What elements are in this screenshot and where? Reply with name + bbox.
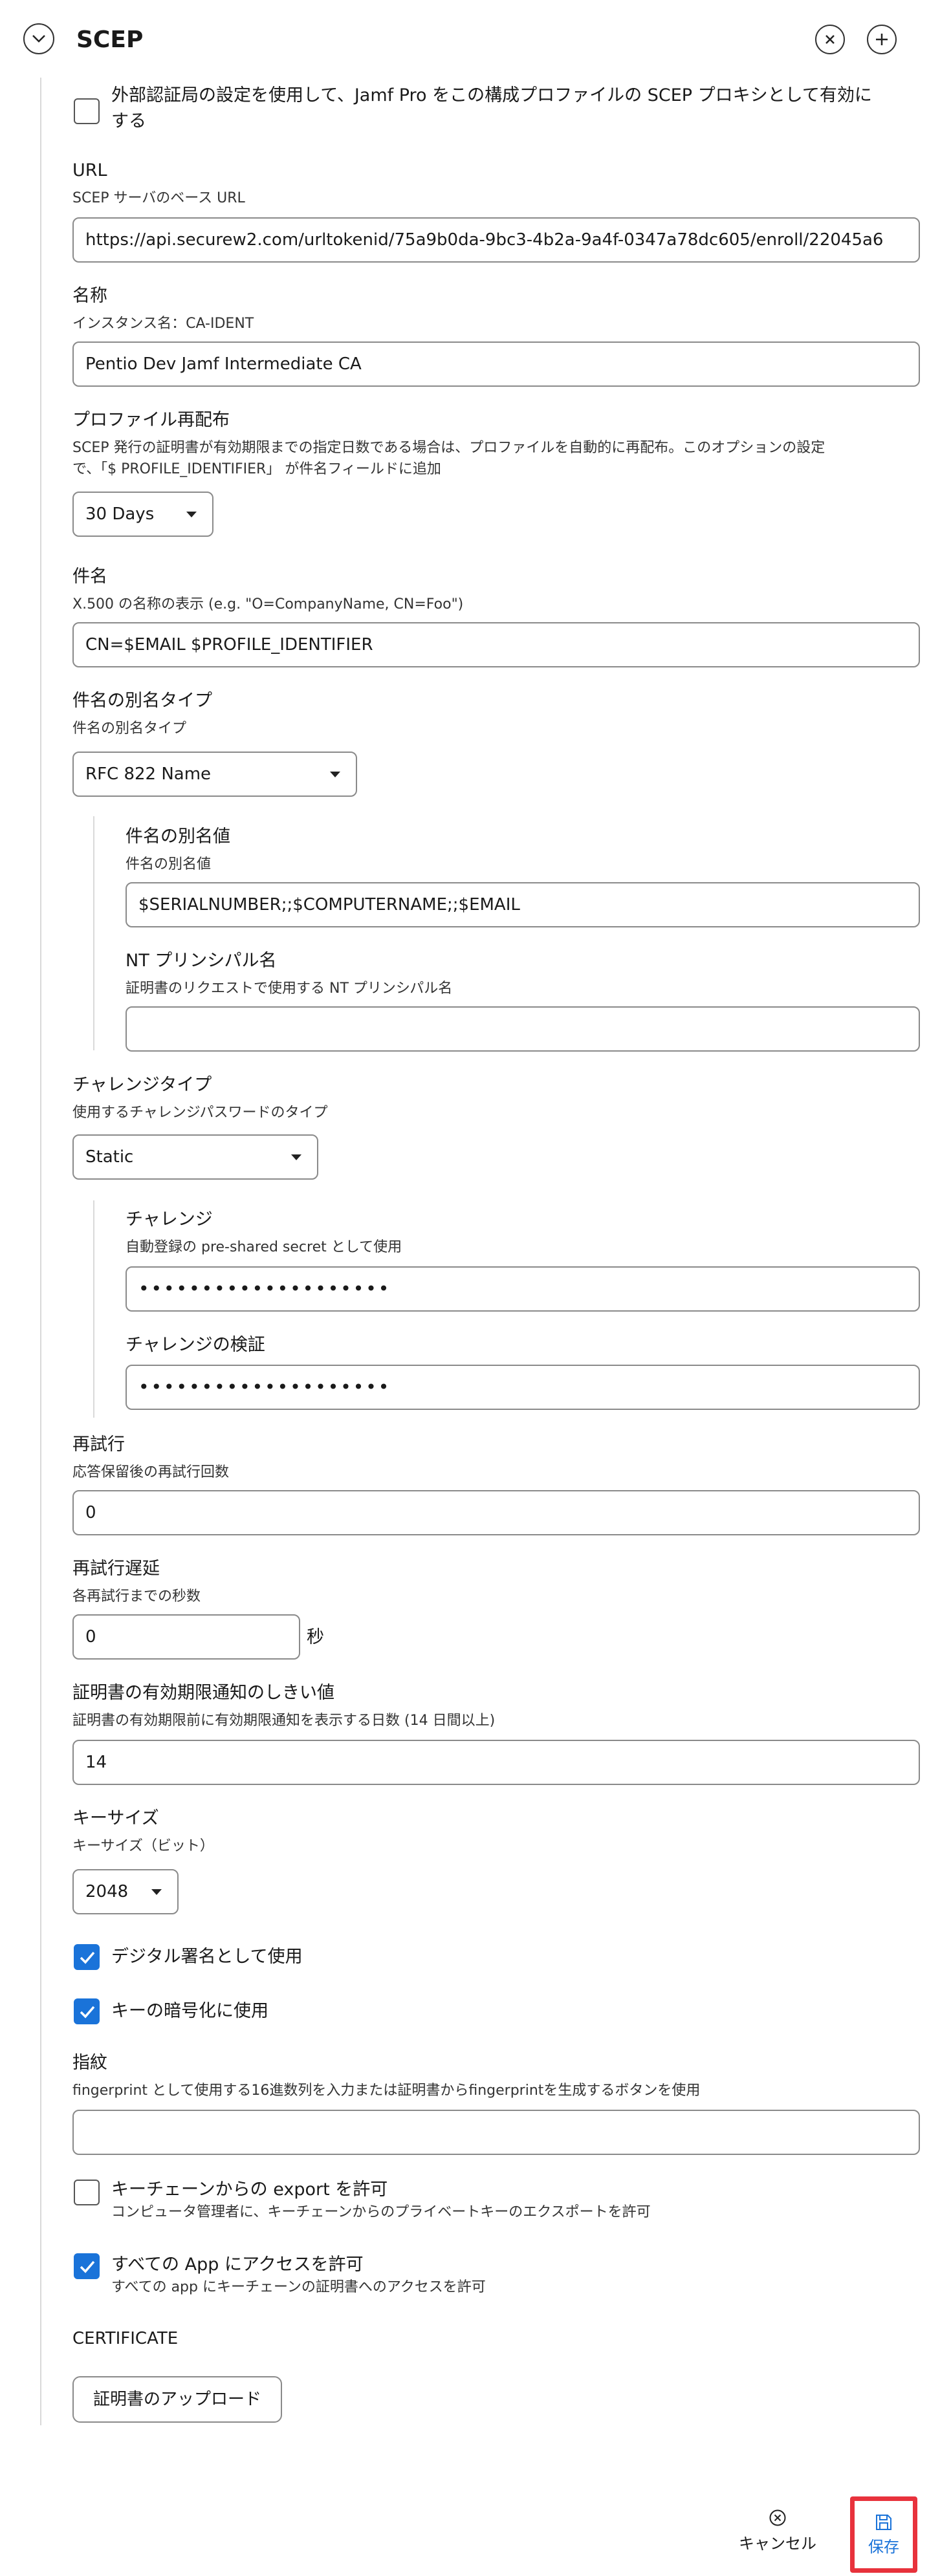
fingerprint-label: 指紋 bbox=[72, 2053, 107, 2073]
challenge-type-select[interactable]: Static bbox=[72, 1134, 318, 1180]
redistribute-description: SCEP 発行の証明書が有効期限までの指定日数である場合は、プロファイルを自動的… bbox=[72, 437, 920, 480]
digital-signature-label: デジタル署名として使用 bbox=[111, 1947, 303, 1967]
san-type-select-value: RFC 822 Name bbox=[85, 764, 212, 784]
expiry-label: 証明書の有効期限通知のしきい値 bbox=[72, 1683, 334, 1703]
retry-delay-input[interactable]: 0 bbox=[72, 1614, 300, 1660]
upload-certificate-button[interactable]: 証明書のアップロード bbox=[72, 2376, 283, 2423]
caret-down-icon bbox=[330, 772, 340, 777]
cancel-label: キャンセル bbox=[739, 2535, 816, 2553]
digital-signature-checkbox[interactable] bbox=[74, 1944, 100, 1970]
nt-principal-description: 証明書のリクエストで使用する NT プリンシパル名 bbox=[126, 980, 453, 997]
key-size-select[interactable]: 2048 bbox=[72, 1869, 179, 1914]
close-circle-icon bbox=[769, 2509, 786, 2526]
caret-down-icon bbox=[186, 512, 197, 517]
retry-delay-label: 再試行遅延 bbox=[72, 1559, 160, 1579]
san-value-description: 件名の別名値 bbox=[126, 856, 212, 872]
nested-divider bbox=[93, 816, 94, 1050]
retries-label: 再試行 bbox=[72, 1434, 125, 1455]
redistribute-description-line2: で、「$ PROFILE_IDENTIFIER」 が件名フィールドに追加 bbox=[72, 461, 441, 477]
proxy-checkbox-label-line2: する bbox=[111, 111, 146, 131]
caret-down-icon bbox=[151, 1889, 162, 1895]
remove-button[interactable] bbox=[815, 25, 845, 54]
allow-export-checkbox[interactable] bbox=[74, 2180, 100, 2205]
san-value-input[interactable]: $SERIALNUMBER;;$COMPUTERNAME;;$EMAIL bbox=[126, 882, 920, 927]
challenge-password-input[interactable]: •••••••••••••••••••• bbox=[126, 1266, 920, 1312]
allow-all-apps-description: すべての app にキーチェーンの証明書へのアクセスを許可 bbox=[111, 2279, 486, 2295]
allow-all-apps-checkbox[interactable] bbox=[74, 2253, 100, 2279]
page-title: SCEP bbox=[76, 27, 144, 53]
url-description: SCEP サーバのベース URL bbox=[72, 190, 245, 206]
redistribute-select[interactable]: 30 Days bbox=[72, 492, 213, 537]
allow-all-apps-label: すべての App にアクセスを許可 bbox=[111, 2255, 364, 2275]
subject-input[interactable]: CN=$EMAIL $PROFILE_IDENTIFIER bbox=[72, 622, 920, 667]
name-label: 名称 bbox=[72, 286, 107, 306]
key-encipherment-checkbox[interactable] bbox=[74, 1998, 100, 2024]
fingerprint-input[interactable] bbox=[72, 2110, 920, 2155]
redistribute-label: プロファイル再配布 bbox=[72, 410, 230, 430]
close-icon bbox=[825, 35, 835, 44]
nt-principal-input[interactable] bbox=[126, 1006, 920, 1052]
challenge-verify-input[interactable]: •••••••••••••••••••• bbox=[126, 1365, 920, 1410]
cancel-button[interactable]: キャンセル bbox=[739, 2508, 816, 2560]
expiry-description: 証明書の有効期限前に有効期限通知を表示する日数 (14 日間以上) bbox=[72, 1713, 496, 1729]
chevron-down-icon bbox=[32, 35, 45, 43]
url-input[interactable]: https://api.securew2.com/urltokenid/75a9… bbox=[72, 217, 920, 263]
url-label: URL bbox=[72, 160, 107, 180]
save-label: 保存 bbox=[868, 2538, 899, 2556]
key-size-description: キーサイズ（ビット） bbox=[72, 1838, 214, 1854]
challenge-type-select-value: Static bbox=[85, 1147, 134, 1167]
certificate-label: CERTIFICATE bbox=[72, 2329, 179, 2348]
redistribute-select-value: 30 Days bbox=[85, 504, 155, 524]
expiry-input[interactable]: 14 bbox=[72, 1740, 920, 1785]
subject-description: X.500 の名称の表示 (e.g. "O=CompanyName, CN=Fo… bbox=[72, 596, 464, 612]
san-type-label: 件名の別名タイプ bbox=[72, 691, 212, 711]
save-button[interactable]: 保存 bbox=[850, 2496, 917, 2573]
san-value-label: 件名の別名値 bbox=[126, 827, 230, 847]
challenge-type-description: 使用するチャレンジパスワードのタイプ bbox=[72, 1105, 328, 1121]
retry-delay-unit: 秒 bbox=[307, 1627, 324, 1647]
caret-down-icon bbox=[291, 1154, 301, 1160]
retries-description: 応答保留後の再試行回数 bbox=[72, 1464, 230, 1480]
checkmark-icon bbox=[80, 2260, 95, 2273]
name-description: インスタンス名：CA-IDENT bbox=[72, 316, 254, 332]
subject-label: 件名 bbox=[72, 567, 107, 587]
plus-icon bbox=[876, 34, 888, 45]
challenge-type-label: チャレンジタイプ bbox=[72, 1075, 212, 1095]
san-type-description: 件名の別名タイプ bbox=[72, 720, 187, 737]
challenge-verify-label: チャレンジの検証 bbox=[126, 1335, 265, 1355]
checkmark-icon bbox=[80, 2006, 95, 2019]
floppy-disk-icon bbox=[876, 2515, 891, 2530]
proxy-checkbox-label-line1: 外部認証局の設定を使用して、Jamf Pro をこの構成プロファイルの SCEP… bbox=[111, 85, 872, 105]
redistribute-description-line1: SCEP 発行の証明書が有効期限までの指定日数である場合は、プロファイルを自動的… bbox=[72, 440, 825, 456]
collapse-button[interactable] bbox=[23, 23, 54, 54]
allow-export-description: コンピュータ管理者に、キーチェーンからのプライベートキーのエクスポートを許可 bbox=[111, 2204, 651, 2220]
add-button[interactable] bbox=[867, 25, 897, 54]
retry-delay-description: 各再試行までの秒数 bbox=[72, 1588, 201, 1605]
challenge-label: チャレンジ bbox=[126, 1209, 213, 1229]
allow-export-label: キーチェーンからの export を許可 bbox=[111, 2180, 388, 2200]
fingerprint-description: fingerprint として使用する16進数列を入力または証明書からfinge… bbox=[72, 2083, 701, 2099]
checkmark-icon bbox=[80, 1951, 95, 1964]
key-encipherment-label: キーの暗号化に使用 bbox=[111, 2001, 268, 2021]
name-input[interactable]: Pentio Dev Jamf Intermediate CA bbox=[72, 341, 920, 387]
section-header: SCEP bbox=[0, 0, 929, 78]
proxy-checkbox[interactable] bbox=[74, 98, 100, 124]
challenge-description: 自動登録の pre-shared secret として使用 bbox=[126, 1239, 402, 1255]
key-size-select-value: 2048 bbox=[85, 1882, 129, 1901]
nt-principal-label: NT プリンシパル名 bbox=[126, 951, 277, 971]
san-type-select[interactable]: RFC 822 Name bbox=[72, 752, 357, 797]
retries-input[interactable]: 0 bbox=[72, 1490, 920, 1535]
key-size-label: キーサイズ bbox=[72, 1808, 159, 1828]
nested-divider bbox=[93, 1200, 94, 1418]
